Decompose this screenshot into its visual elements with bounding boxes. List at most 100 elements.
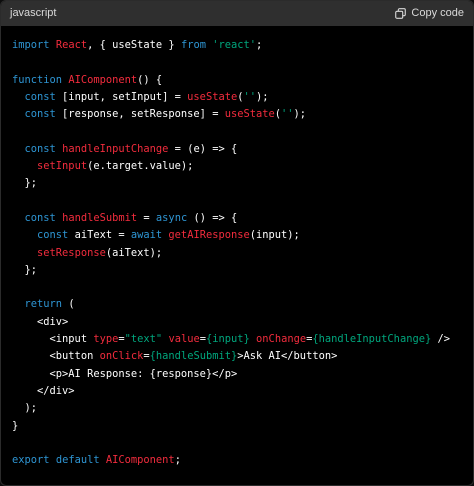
copy-code-label: Copy code — [411, 7, 464, 19]
code-identifier: React — [55, 39, 88, 51]
code-line: </div> — [12, 383, 473, 400]
code-line: <button onClick={handleSubmit}>Ask AI</b… — [12, 348, 473, 365]
code-identifier: setInput — [37, 160, 88, 173]
code-string: '' — [281, 108, 294, 121]
code-keyword: async — [155, 211, 188, 224]
language-label: javascript — [10, 7, 57, 19]
code-line: ​ — [12, 435, 473, 452]
code-line: const [input, setInput] = useState(''); — [12, 89, 473, 106]
code-text: () => { — [187, 211, 238, 224]
code-line: ​ — [12, 54, 473, 71]
code-block: javascript Copy code import React, { use… — [0, 0, 474, 486]
code-identifier: useState — [224, 108, 275, 121]
code-identifier: type — [93, 333, 119, 346]
code-text: } — [12, 419, 19, 432]
code-line: setInput(e.target.value); — [12, 158, 473, 175]
code-text: ( — [62, 298, 75, 311]
code-line: ); — [12, 400, 473, 417]
code-keyword: const — [37, 229, 69, 242]
code-text: <p>AI Response: {response}</p> — [12, 367, 238, 380]
code-keyword: return — [24, 298, 63, 311]
code-line: const [response, setResponse] = useState… — [12, 106, 473, 123]
code-line: export default AIComponent; — [12, 452, 473, 469]
code-line: <p>AI Response: {response}</p> — [12, 366, 473, 383]
code-text: }; — [12, 263, 38, 276]
code-identifier: AIComponent — [68, 73, 138, 86]
code-line: ​ — [12, 279, 473, 296]
code-text: () { — [137, 73, 163, 86]
code-line: const aiText = await getAIResponse(input… — [12, 227, 473, 244]
code-keyword: await — [130, 229, 163, 242]
code-identifier: useState — [187, 90, 238, 103]
code-identifier: value — [168, 333, 200, 346]
code-text: , { useState } — [87, 39, 181, 51]
code-keyword: import — [12, 39, 50, 51]
code-keyword: export — [12, 454, 50, 467]
code-text: [response, setResponse] = — [55, 108, 225, 121]
code-keyword: const — [24, 90, 56, 103]
code-string: '' — [243, 90, 256, 103]
code-text: [input, setInput] = — [55, 90, 188, 103]
code-keyword: from — [180, 39, 206, 51]
code-text: ; — [174, 454, 181, 467]
code-line: } — [12, 418, 473, 435]
code-line: ​ — [12, 123, 473, 140]
code-identifier: setResponse — [37, 246, 106, 259]
code-text: ; — [256, 39, 263, 51]
code-keyword: const — [24, 211, 56, 224]
code-line: const handleSubmit = async () => { — [12, 210, 473, 227]
code-keyword: const — [24, 108, 56, 121]
code-identifier: handleSubmit — [62, 211, 138, 224]
code-identifier: onClick — [99, 350, 144, 363]
code-keyword: default — [55, 454, 100, 467]
code-keyword: function — [12, 73, 63, 86]
code-text: (e.target.value); — [87, 160, 194, 173]
code-string: 'react' — [212, 39, 257, 51]
code-line: <input type="text" value={input} onChang… — [12, 331, 473, 348]
code-text: ); — [293, 108, 307, 121]
code-identifier: onChange — [256, 333, 307, 346]
code-text: }; — [12, 177, 38, 190]
copy-icon — [395, 7, 407, 19]
code-string: {handleInputChange} — [312, 333, 432, 346]
code-line: import React, { useState } from 'react'; — [12, 37, 473, 54]
code-line: <div> — [12, 314, 473, 331]
code-identifier: getAIResponse — [168, 229, 250, 242]
code-text: aiText = — [68, 229, 131, 242]
code-string: {input} — [205, 333, 250, 346]
code-text: <input — [12, 333, 94, 346]
code-line: return ( — [12, 296, 473, 313]
code-text: </div> — [12, 384, 75, 397]
code-text: = (e) => { — [168, 142, 238, 155]
code-keyword: const — [24, 142, 56, 155]
code-text: (aiText); — [105, 246, 163, 259]
code-text: <div> — [12, 315, 69, 328]
code-line: const handleInputChange = (e) => { — [12, 141, 473, 158]
code-text: (input); — [249, 229, 300, 242]
copy-code-button[interactable]: Copy code — [395, 7, 464, 19]
code-line: function AIComponent() { — [12, 72, 473, 89]
code-line: ​ — [12, 193, 473, 210]
code-text: /> — [431, 333, 450, 346]
code-text: >Ask AI</button> — [237, 350, 338, 363]
code-identifier: AIComponent — [105, 454, 175, 467]
code-text: ); — [256, 90, 269, 103]
code-identifier: handleInputChange — [62, 142, 169, 155]
code-block-header: javascript Copy code — [1, 1, 473, 26]
code-content: import React, { useState } from 'react';… — [1, 26, 473, 469]
code-line: setResponse(aiText); — [12, 245, 473, 262]
code-string: {handleSubmit} — [149, 350, 238, 363]
code-text: ); — [12, 402, 38, 415]
code-line: }; — [12, 262, 473, 279]
code-text: <button — [12, 350, 100, 363]
code-string: "text" — [124, 333, 163, 346]
code-line: }; — [12, 175, 473, 192]
